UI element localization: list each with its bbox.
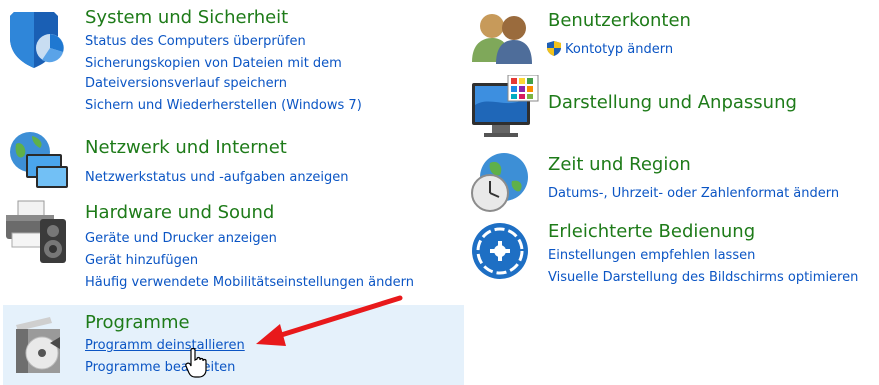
category-ease: Erleichterte Bedienung Einstellungen emp… (462, 215, 879, 290)
category-users: Benutzerkonten Kontotyp ändern (462, 0, 872, 70)
printer-speaker-icon[interactable] (4, 199, 68, 263)
category-title-programs[interactable]: Programme (85, 312, 190, 333)
link-recommended-settings[interactable]: Einstellungen empfehlen lassen (548, 248, 755, 263)
programs-box-icon[interactable] (12, 313, 76, 377)
monitor-palette-icon[interactable] (470, 74, 539, 139)
category-title-appearance[interactable]: Darstellung und Anpassung (548, 92, 797, 113)
link-devices-printers[interactable]: Geräte und Drucker anzeigen (85, 231, 277, 246)
link-visual-display[interactable]: Visuelle Darstellung des Bildschirms opt… (548, 270, 858, 285)
link-change-account-type-label: Kontotyp ändern (565, 42, 674, 57)
clock-globe-icon[interactable] (468, 151, 532, 215)
link-date-time-format[interactable]: Datums-, Uhrzeit- oder Zahlenformat ände… (548, 186, 839, 201)
network-globe-icon[interactable] (6, 130, 70, 194)
category-title-network[interactable]: Netzwerk und Internet (85, 137, 287, 158)
link-file-history[interactable]: Dateiversionsverlauf speichern (85, 76, 287, 91)
link-backup-restore[interactable]: Sichern und Wiederherstellen (Windows 7) (85, 98, 362, 113)
category-appearance: Darstellung und Anpassung (462, 74, 872, 140)
link-change-account-type[interactable]: Kontotyp ändern (546, 40, 673, 57)
link-network-status[interactable]: Netzwerkstatus und -aufgaben anzeigen (85, 170, 349, 185)
ease-of-access-icon[interactable] (470, 221, 534, 285)
link-mobility-settings[interactable]: Häufig verwendete Mobilitätseinstellunge… (85, 275, 414, 290)
category-title-ease[interactable]: Erleichterte Bedienung (548, 221, 755, 242)
link-add-device[interactable]: Gerät hinzufügen (85, 253, 198, 268)
link-status-check[interactable]: Status des Computers überprüfen (85, 34, 306, 49)
category-title-users[interactable]: Benutzerkonten (548, 10, 691, 31)
red-arrow-annotation (256, 295, 403, 346)
category-network: Netzwerk und Internet Netzwerkstatus und… (0, 130, 440, 190)
category-system: System und Sicherheit Status des Compute… (0, 0, 440, 125)
shield-icon[interactable] (6, 8, 70, 72)
link-edit-programs[interactable]: Programme bearbeiten (85, 360, 235, 375)
category-title-system[interactable]: System und Sicherheit (85, 7, 288, 28)
hand-cursor-icon (185, 348, 207, 378)
users-icon[interactable] (470, 10, 534, 74)
link-uninstall-program[interactable]: Programm deinstallieren (85, 338, 245, 353)
category-title-hardware[interactable]: Hardware und Sound (85, 202, 274, 223)
category-time: Zeit und Region Datums-, Uhrzeit- oder Z… (462, 145, 872, 215)
category-hardware: Hardware und Sound Geräte und Drucker an… (0, 195, 460, 295)
uac-shield-icon (546, 40, 562, 56)
category-title-time[interactable]: Zeit und Region (548, 154, 691, 175)
link-backup-copies[interactable]: Sicherungskopien von Dateien mit dem (85, 56, 342, 71)
